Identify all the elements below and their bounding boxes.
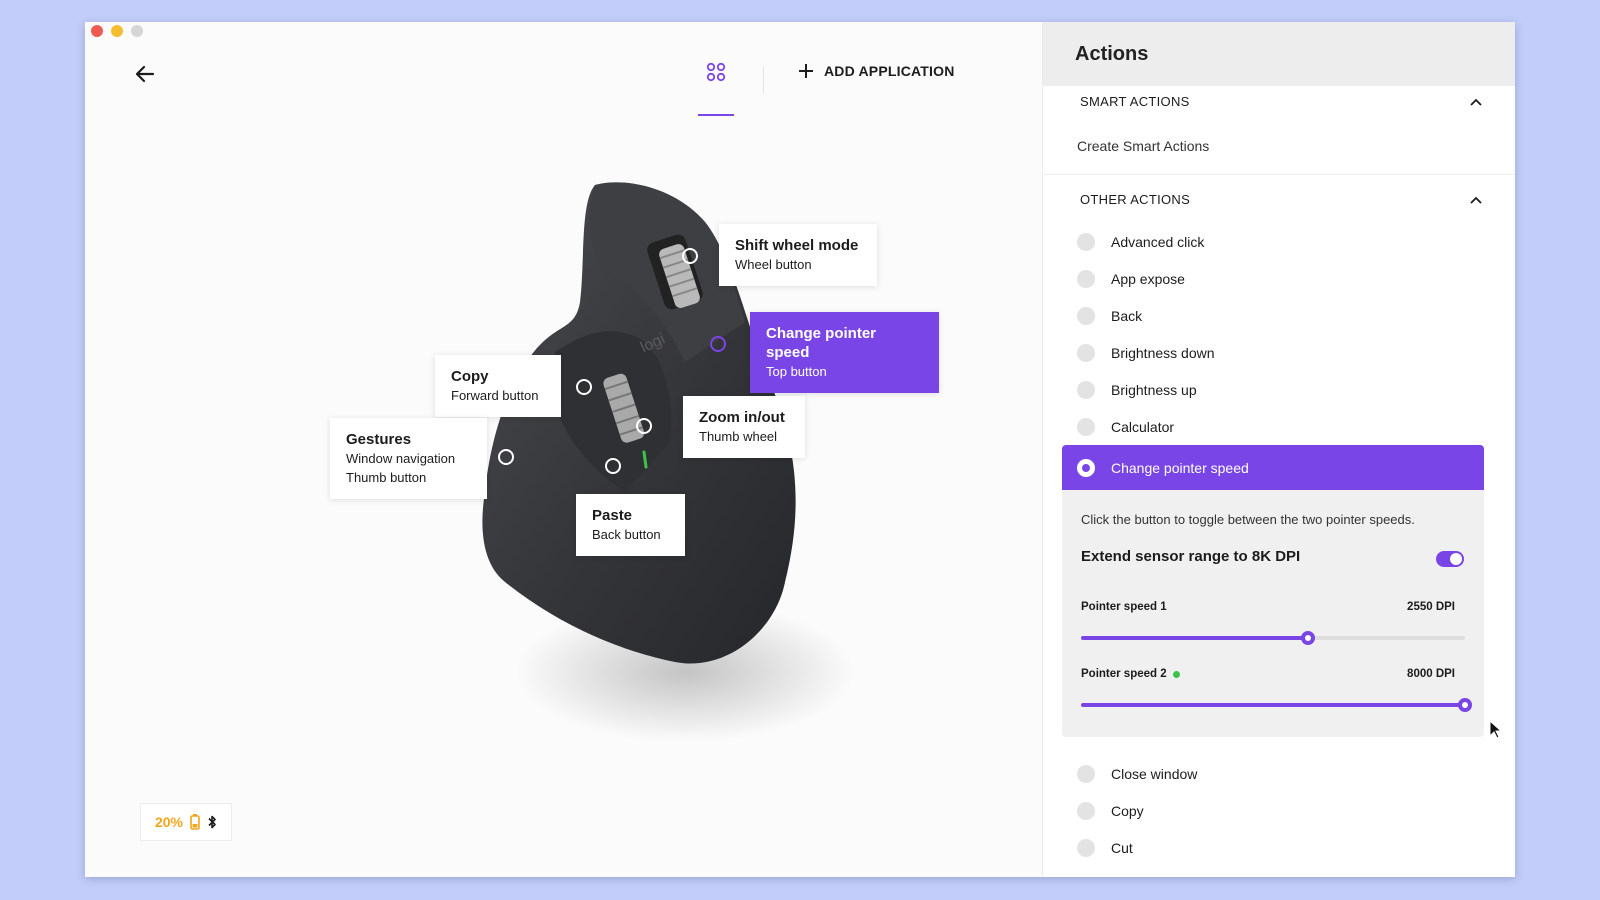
pointer-speed-1-text: Pointer speed 1 xyxy=(1081,601,1167,613)
radio-button[interactable] xyxy=(1077,765,1095,783)
radio-button[interactable] xyxy=(1077,381,1095,399)
callout-subtitle: Top button xyxy=(766,364,827,379)
action-label: Advanced click xyxy=(1111,234,1205,250)
callout-top-button[interactable]: Change pointer speed Top button xyxy=(750,312,939,393)
callout-title: Gestures xyxy=(346,431,412,448)
pointer-speed-1-value: 2550 DPI xyxy=(1407,601,1455,613)
bluetooth-icon xyxy=(208,815,216,829)
pointer-speed-2-text: Pointer speed 2 xyxy=(1081,668,1167,680)
callout-subtitle: Window navigation xyxy=(346,451,456,466)
action-item-brightness-down[interactable]: Brightness down xyxy=(1077,341,1215,365)
pointer-speed-2-label: Pointer speed 2 xyxy=(1081,668,1180,680)
callout-title: Copy xyxy=(451,368,489,385)
extend-sensor-label: Extend sensor range to 8K DPI xyxy=(1081,548,1301,565)
thumb-button-hotspot[interactable] xyxy=(498,449,514,465)
smart-actions-header[interactable]: SMART ACTIONS xyxy=(1080,94,1482,109)
callout-subtitle: Thumb wheel xyxy=(699,429,778,444)
forward-button-hotspot[interactable] xyxy=(576,379,592,395)
action-item-cut[interactable]: Cut xyxy=(1077,836,1133,860)
radio-button[interactable] xyxy=(1077,839,1095,857)
action-label: Brightness up xyxy=(1111,382,1197,398)
back-button-hotspot[interactable] xyxy=(605,458,621,474)
battery-icon xyxy=(190,814,200,830)
active-speed-indicator xyxy=(1172,670,1180,678)
action-item-calculator[interactable]: Calculator xyxy=(1077,415,1174,439)
radio-button[interactable] xyxy=(1077,270,1095,288)
action-label: Close window xyxy=(1111,766,1198,782)
radio-button-selected[interactable] xyxy=(1077,458,1095,477)
smart-actions-heading: SMART ACTIONS xyxy=(1080,94,1190,109)
action-item-back[interactable]: Back xyxy=(1077,304,1142,328)
action-item-close-window[interactable]: Close window xyxy=(1077,762,1197,786)
app-window: ADD APPLICATION logi Shift wheel mode Wh… xyxy=(85,22,1515,877)
callout-title: Change pointer speed xyxy=(766,325,877,361)
section-divider xyxy=(1043,174,1515,175)
mouse-illustration: logi xyxy=(482,182,855,742)
callout-subtitle-2: Thumb button xyxy=(346,470,427,485)
pointer-speed-1-slider[interactable] xyxy=(1081,631,1465,645)
action-label: App expose xyxy=(1111,271,1185,287)
action-item-brightness-up[interactable]: Brightness up xyxy=(1077,378,1197,402)
other-actions-heading: OTHER ACTIONS xyxy=(1080,192,1191,207)
slider-fill xyxy=(1081,636,1308,640)
pointer-speed-1-label: Pointer speed 1 xyxy=(1081,601,1167,613)
chevron-up-icon[interactable] xyxy=(1470,196,1482,204)
pointer-speed-description: Click the button to toggle between the t… xyxy=(1081,512,1415,527)
action-item-copy[interactable]: Copy xyxy=(1077,799,1144,823)
create-smart-actions-link[interactable]: Create Smart Actions xyxy=(1077,138,1209,154)
slider-thumb[interactable] xyxy=(1300,631,1315,645)
action-label: Back xyxy=(1111,308,1143,324)
action-item-advanced-click[interactable]: Advanced click xyxy=(1077,230,1204,254)
pointer-speed-settings: Click the button to toggle between the t… xyxy=(1062,490,1484,737)
wheel-button-hotspot[interactable] xyxy=(682,248,698,264)
device-status-badge: 20% xyxy=(140,803,232,841)
panel-title: Actions xyxy=(1075,42,1149,65)
battery-percent: 20% xyxy=(154,814,184,830)
other-actions-header[interactable]: OTHER ACTIONS xyxy=(1080,192,1482,207)
panel-header: Actions xyxy=(1043,22,1515,86)
callout-title: Shift wheel mode xyxy=(735,237,859,254)
chevron-up-icon[interactable] xyxy=(1470,98,1482,106)
action-label: Copy xyxy=(1111,803,1144,819)
slider-thumb[interactable] xyxy=(1458,698,1472,712)
callout-title: Paste xyxy=(592,507,633,524)
top-button-hotspot[interactable] xyxy=(710,336,726,352)
callout-title: Zoom in/out xyxy=(699,409,785,426)
action-label: Change pointer speed xyxy=(1111,459,1249,476)
pointer-speed-2-slider[interactable] xyxy=(1081,698,1472,712)
pointer-speed-2-value: 8000 DPI xyxy=(1407,668,1455,680)
callout-subtitle: Wheel button xyxy=(735,257,812,272)
action-item-app-expose[interactable]: App expose xyxy=(1077,267,1185,291)
callout-thumb-button[interactable]: Gestures Window navigation Thumb button xyxy=(330,418,487,499)
action-label: Calculator xyxy=(1111,419,1175,435)
radio-button[interactable] xyxy=(1077,418,1095,436)
slider-fill xyxy=(1081,703,1465,707)
callout-thumb-wheel[interactable]: Zoom in/out Thumb wheel xyxy=(683,396,805,458)
callout-subtitle: Back button xyxy=(592,527,661,542)
actions-panel: Actions SMART ACTIONS Create Smart Actio… xyxy=(1042,22,1515,877)
thumb-wheel-hotspot[interactable] xyxy=(636,418,652,434)
radio-button[interactable] xyxy=(1077,233,1095,251)
callout-wheel-button[interactable]: Shift wheel mode Wheel button xyxy=(719,224,877,286)
radio-button[interactable] xyxy=(1077,344,1095,362)
mouse-cursor-icon xyxy=(1489,720,1503,739)
callout-back-button[interactable]: Paste Back button xyxy=(576,494,685,556)
action-label: Brightness down xyxy=(1111,345,1215,361)
action-label: Cut xyxy=(1111,840,1133,856)
callout-forward-button[interactable]: Copy Forward button xyxy=(435,355,561,417)
radio-button[interactable] xyxy=(1077,307,1095,325)
callout-subtitle: Forward button xyxy=(451,388,539,403)
radio-button[interactable] xyxy=(1077,802,1095,820)
extend-sensor-toggle[interactable] xyxy=(1436,551,1464,567)
action-item-change-pointer-speed[interactable]: Change pointer speed xyxy=(1062,445,1484,490)
